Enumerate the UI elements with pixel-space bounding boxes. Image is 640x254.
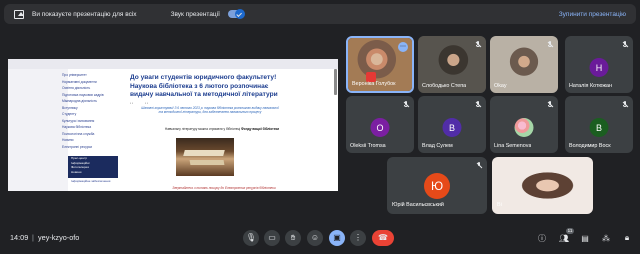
presenting-banner: Ви показуєте презентацію для всіх Звук п… (4, 4, 636, 24)
nav-after-list: Інформаційне забезпечення (68, 179, 118, 184)
mic-off-icon (476, 162, 483, 169)
article-headline: До уваги студентів юридичного факультету… (130, 74, 278, 99)
more-vert-icon: ⋮ (354, 233, 362, 242)
participant-name: Наталія Котюжан (569, 83, 612, 89)
present-button[interactable]: ▣ (329, 230, 345, 246)
submenu-item: Новини (71, 169, 82, 174)
participant-tile[interactable]: В Володимир Воск (565, 96, 633, 153)
mic-off-icon (403, 101, 410, 108)
emoji-icon: ☺ (310, 233, 320, 242)
participant-avatar: O (370, 118, 390, 137)
participant-tile[interactable]: Okay (490, 36, 558, 93)
participant-tile[interactable]: Ю Юрій Васильєвський (387, 157, 487, 214)
participant-name: Слободько Степа (422, 83, 467, 89)
mic-off-icon (475, 101, 482, 108)
participant-name: Володимир Воск (569, 143, 611, 149)
activities-icon[interactable]: ⁂ (601, 232, 611, 244)
participant-name: Okay (494, 83, 507, 89)
article-caption: Звертайтесь з питань пошуку до Електронн… (172, 186, 276, 190)
participant-name: Lina Semenova (494, 143, 532, 149)
webpage-nav-menu: Про університет Нормативні документи Осв… (62, 72, 120, 150)
info-icon[interactable]: ⓘ (537, 232, 547, 244)
participant-photo-avatar (514, 118, 534, 137)
presentation-sound-label: Звук презентації (170, 10, 220, 18)
camera-icon: ▭ (268, 233, 276, 242)
participant-video (492, 157, 593, 214)
participant-name: Ві (497, 202, 502, 208)
participant-tile[interactable]: O Oleksii Tromsa (346, 96, 414, 153)
mic-off-icon (475, 41, 482, 48)
mic-off-icon (547, 41, 554, 48)
participant-count-badge: 11 (566, 228, 574, 234)
present-screen-icon (14, 9, 24, 19)
webpage-header-bar (8, 59, 338, 69)
participant-name: Влад Сулем (422, 143, 453, 149)
participant-name: Юрій Васильєвський (392, 202, 444, 208)
participant-tile[interactable]: Слободько Степа (418, 36, 486, 93)
microphone-icon: 🎙︎ (245, 233, 257, 242)
meeting-clock: 14:09 (10, 233, 29, 242)
article-body: Навчальну літературу можна отримати у бі… (138, 127, 306, 131)
participant-tile[interactable]: Ві (492, 157, 593, 214)
participant-avatar: В (589, 118, 609, 137)
presenting-message: Ви показуєте презентацію для всіх (32, 10, 137, 18)
nav-item: Електронні ресурси (62, 144, 93, 149)
control-bar: 14:09 | yey-kzyo-ofo 🎙︎ ▭ ✋︎ ☺ ▣ ⋮ ☎︎ ⓘ … (0, 224, 640, 254)
present-icon: ▣ (333, 233, 341, 242)
hangup-icon: ☎︎ (378, 233, 388, 242)
leave-call-button[interactable]: ☎︎ (372, 230, 394, 246)
webpage-scrollbar[interactable] (334, 69, 337, 95)
raise-hand-button[interactable]: ✋︎ (285, 230, 301, 246)
participant-name: Вероніка Голубок (352, 81, 396, 87)
more-options-icon[interactable]: ⋯ (398, 42, 408, 52)
article-body-text: Навчальну літературу можна отримати у бі… (164, 127, 242, 131)
more-options-button[interactable]: ⋮ (350, 230, 366, 246)
mic-off-icon (547, 101, 554, 108)
microphone-button[interactable]: 🎙︎ (243, 230, 259, 246)
participant-avatar: Ю (424, 173, 450, 199)
books-image (176, 138, 234, 176)
chat-icon[interactable]: ▤ (580, 232, 590, 244)
separator: | (32, 233, 34, 242)
mic-off-icon (622, 101, 629, 108)
nav-item: Інформаційне забезпечення (71, 179, 111, 183)
participant-tile[interactable]: В Влад Сулем (418, 96, 486, 153)
participant-avatar: В (442, 118, 462, 137)
stop-presenting-button[interactable]: Зупинити презентацію (559, 11, 626, 18)
mic-off-icon (622, 41, 629, 48)
article-meta: ▪ ▪ ▪ ▪ (130, 101, 148, 105)
camera-button[interactable]: ▭ (264, 230, 280, 246)
participant-avatar: Н (589, 58, 609, 77)
nav-submenu-active: Прес-центр Інформаційні Фотогалерея Нови… (68, 156, 118, 178)
participant-tile[interactable]: Lina Semenova (490, 96, 558, 153)
article-body-bold: Фонду вищої бібліотеки (241, 127, 280, 131)
webpage-left-panel (8, 69, 68, 191)
meet-window: Ви показуєте презентацію для всіх Звук п… (0, 0, 640, 254)
hand-icon: ✋︎ (290, 233, 296, 242)
emoji-button[interactable]: ☺ (307, 230, 323, 246)
presentation-sound-toggle[interactable] (227, 9, 245, 19)
participant-tile[interactable]: ⋯ Вероніка Голубок (346, 36, 414, 93)
participant-tile[interactable]: Н Наталія Котюжан (565, 36, 633, 93)
meeting-code: yey-kzyo-ofo (38, 233, 80, 242)
participant-name: Oleksii Tromsa (350, 143, 386, 149)
check-icon (234, 9, 245, 19)
lock-icon[interactable]: 🔒︎ (622, 232, 632, 244)
article-greeting: Шановні користувачі! З 6 лютого 2023 р. … (141, 106, 279, 115)
